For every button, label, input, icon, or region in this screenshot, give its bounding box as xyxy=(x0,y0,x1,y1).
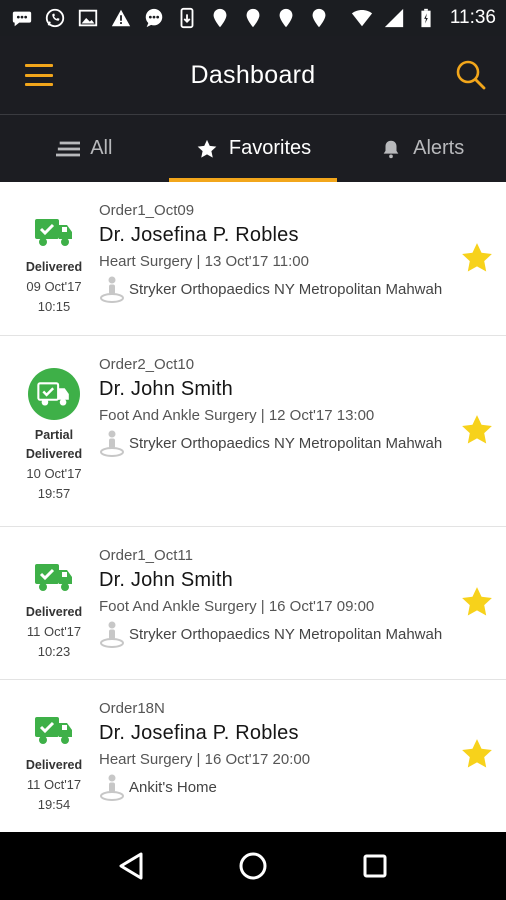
favorite-star-icon[interactable] xyxy=(460,585,494,619)
partial-delivery-truck-icon xyxy=(28,368,80,420)
favorite-star-icon[interactable] xyxy=(460,413,494,447)
app-bar: Dashboard xyxy=(0,36,506,114)
order-details: Order2_Oct10 Dr. John Smith Foot And Ank… xyxy=(99,356,450,457)
location-row: Ankit's Home xyxy=(99,773,450,801)
location-pin-icon xyxy=(208,7,232,29)
location-pin-icon xyxy=(307,7,331,29)
doctor-name: Dr. John Smith xyxy=(99,569,233,591)
status-label: Delivered xyxy=(25,260,83,274)
doctor-name: Dr. Josefina P. Robles xyxy=(99,224,299,246)
chat-bubble-icon xyxy=(142,7,166,29)
status-time: 10:23 xyxy=(37,644,71,659)
list-icon xyxy=(56,141,81,156)
surgery-info: Heart Surgery | 16 Oct'17 20:00 xyxy=(99,751,311,768)
surgery-info: Heart Surgery | 13 Oct'17 11:00 xyxy=(99,253,309,270)
tab-alerts-label: Alerts xyxy=(413,137,465,159)
status-column: Delivered 09 Oct'17 10:15 xyxy=(0,212,108,317)
order-list: Delivered 09 Oct'17 10:15 Order1_Oct09 D… xyxy=(0,182,506,832)
list-item[interactable]: Delivered 11 Oct'17 19:54 Order18N Dr. J… xyxy=(0,680,506,832)
chat-bubble-icon xyxy=(10,7,34,29)
notification-icons xyxy=(10,7,350,29)
tab-favorites[interactable]: Favorites xyxy=(168,115,338,182)
status-time: 10:15 xyxy=(37,299,71,314)
phone-update-icon xyxy=(175,7,199,29)
signal-icon xyxy=(382,7,406,29)
list-item[interactable]: Partial Delivered 10 Oct'17 19:57 Order2… xyxy=(0,336,506,527)
status-label: Delivered xyxy=(25,605,83,619)
location-name: Ankit's Home xyxy=(129,778,217,796)
status-time: 19:54 xyxy=(37,797,71,812)
whatsapp-icon xyxy=(43,7,67,29)
location-pin-icon xyxy=(241,7,265,29)
status-column: Delivered 11 Oct'17 10:23 xyxy=(0,557,108,662)
battery-icon xyxy=(414,7,438,29)
system-nav-bar xyxy=(0,832,506,900)
status-bar: 11:36 xyxy=(0,0,506,36)
status-label: Partial xyxy=(34,428,74,442)
tab-bar: All Favorites Alerts xyxy=(0,115,506,182)
warning-icon xyxy=(109,7,133,29)
status-column: Partial Delivered 10 Oct'17 19:57 xyxy=(0,368,108,504)
recents-icon[interactable] xyxy=(359,850,391,882)
order-id: Order1_Oct11 xyxy=(99,547,193,564)
status-date: 11 Oct'17 xyxy=(26,777,82,792)
doctor-name: Dr. Josefina P. Robles xyxy=(99,722,299,744)
star-icon xyxy=(197,139,217,158)
tab-alerts[interactable]: Alerts xyxy=(337,115,506,182)
status-label: Delivered xyxy=(25,758,83,772)
delivery-truck-icon xyxy=(34,557,74,597)
delivery-truck-icon xyxy=(34,212,74,252)
person-location-icon xyxy=(100,621,124,648)
status-date: 09 Oct'17 xyxy=(26,279,82,294)
favorite-star-icon[interactable] xyxy=(460,737,494,771)
status-date: 11 Oct'17 xyxy=(26,624,82,639)
order-details: Order18N Dr. Josefina P. Robles Heart Su… xyxy=(99,700,450,801)
location-row: Stryker Orthopaedics NY Metropolitan Mah… xyxy=(99,429,450,457)
surgery-info: Foot And Ankle Surgery | 16 Oct'17 09:00 xyxy=(99,598,375,615)
order-details: Order1_Oct09 Dr. Josefina P. Robles Hear… xyxy=(99,202,450,303)
bell-icon xyxy=(383,140,399,158)
tab-favorites-label: Favorites xyxy=(228,137,312,159)
order-id: Order18N xyxy=(99,700,165,717)
list-item[interactable]: Delivered 11 Oct'17 10:23 Order1_Oct11 D… xyxy=(0,527,506,680)
status-label: Delivered xyxy=(25,447,83,461)
search-icon[interactable] xyxy=(454,58,488,92)
favorite-star-icon[interactable] xyxy=(460,241,494,275)
system-icons: 11:36 xyxy=(350,7,496,29)
delivery-truck-icon xyxy=(34,710,74,750)
order-details: Order1_Oct11 Dr. John Smith Foot And Ank… xyxy=(99,547,450,648)
surgery-info: Foot And Ankle Surgery | 12 Oct'17 13:00 xyxy=(99,407,375,424)
status-time: 11:36 xyxy=(449,7,496,28)
location-pin-icon xyxy=(274,7,298,29)
location-row: Stryker Orthopaedics NY Metropolitan Mah… xyxy=(99,620,450,648)
location-name: Stryker Orthopaedics NY Metropolitan Mah… xyxy=(129,280,443,298)
hamburger-icon[interactable] xyxy=(22,60,56,90)
status-date: 10 Oct'17 xyxy=(26,466,82,481)
status-time: 19:57 xyxy=(37,486,71,501)
home-icon[interactable] xyxy=(237,850,269,882)
person-location-icon xyxy=(100,276,124,303)
tab-all-label: All xyxy=(90,137,113,159)
location-name: Stryker Orthopaedics NY Metropolitan Mah… xyxy=(129,434,443,452)
image-icon xyxy=(76,7,100,29)
person-location-icon xyxy=(100,774,124,801)
status-column: Delivered 11 Oct'17 19:54 xyxy=(0,710,108,815)
list-item[interactable]: Delivered 09 Oct'17 10:15 Order1_Oct09 D… xyxy=(0,182,506,336)
wifi-icon xyxy=(350,7,374,29)
page-title: Dashboard xyxy=(190,60,316,89)
tab-all[interactable]: All xyxy=(0,115,169,182)
person-location-icon xyxy=(100,430,124,457)
doctor-name: Dr. John Smith xyxy=(99,378,233,400)
order-id: Order2_Oct10 xyxy=(99,356,195,373)
back-icon[interactable] xyxy=(115,850,147,882)
location-name: Stryker Orthopaedics NY Metropolitan Mah… xyxy=(129,625,443,643)
order-id: Order1_Oct09 xyxy=(99,202,195,219)
location-row: Stryker Orthopaedics NY Metropolitan Mah… xyxy=(99,275,450,303)
